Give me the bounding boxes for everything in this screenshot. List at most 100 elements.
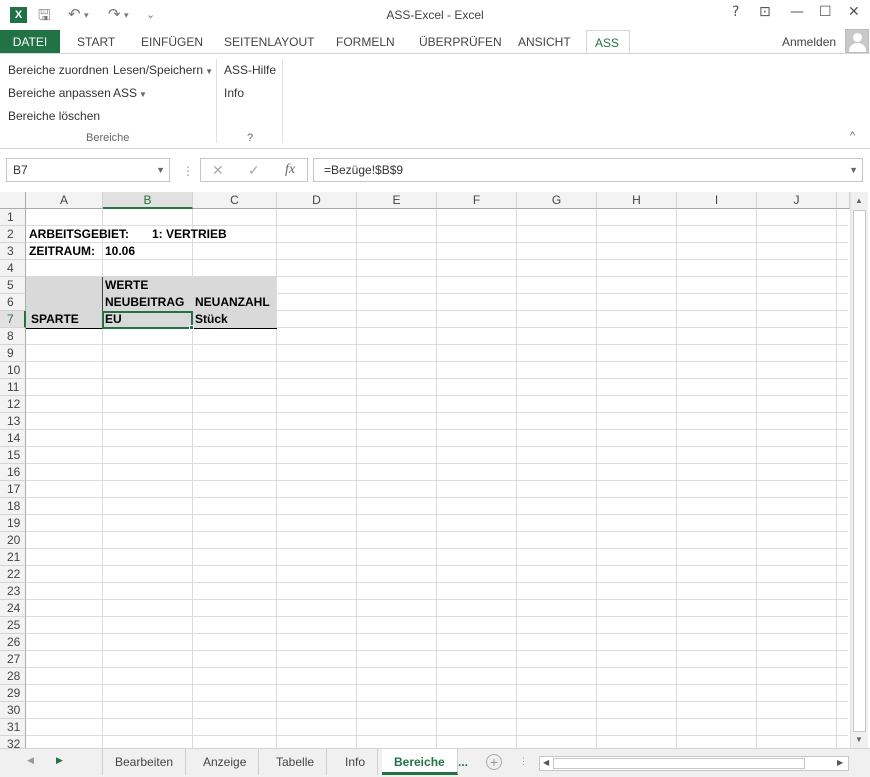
row-header-19[interactable]: 19 xyxy=(0,515,26,532)
sheet-tab-info[interactable]: Info xyxy=(333,749,379,775)
scroll-down-icon[interactable]: ▼ xyxy=(855,735,863,744)
tab-ass[interactable]: ASS xyxy=(586,30,630,54)
row-header-20[interactable]: 20 xyxy=(0,532,26,549)
cell-b2[interactable]: 1: VERTRIEB xyxy=(152,226,227,243)
name-box[interactable]: B7 ▼ xyxy=(6,158,170,182)
cell-a2[interactable]: ARBEITSGEBIET: xyxy=(29,226,129,243)
user-avatar[interactable] xyxy=(845,29,869,53)
collapse-ribbon-icon[interactable]: ^ xyxy=(850,130,855,142)
cell-b3[interactable]: 10.06 xyxy=(105,243,135,260)
row-header-4[interactable]: 4 xyxy=(0,260,26,277)
row-header-23[interactable]: 23 xyxy=(0,583,26,600)
sheet-tab-tabelle[interactable]: Tabelle xyxy=(264,749,328,775)
row-header-31[interactable]: 31 xyxy=(0,719,26,736)
column-header-e[interactable]: E xyxy=(357,192,437,209)
cell-c7[interactable]: Stück xyxy=(195,311,228,328)
row-header-11[interactable]: 11 xyxy=(0,379,26,396)
ass-dropdown[interactable]: ASS ▼ xyxy=(113,86,147,100)
lesen-speichern-dropdown[interactable]: Lesen/Speichern ▼ xyxy=(113,63,213,77)
resize-handle-icon[interactable]: ⋮ xyxy=(182,164,194,178)
row-header-30[interactable]: 30 xyxy=(0,702,26,719)
column-header-f[interactable]: F xyxy=(437,192,517,209)
row-header-24[interactable]: 24 xyxy=(0,600,26,617)
sheet-tab-anzeige[interactable]: Anzeige xyxy=(191,749,260,775)
expand-formula-bar-icon[interactable]: ▼ xyxy=(849,159,858,181)
column-header-c[interactable]: C xyxy=(193,192,277,209)
column-header-j[interactable]: J xyxy=(757,192,837,209)
horizontal-scrollbar[interactable]: ◀ ▶ xyxy=(539,756,849,771)
column-header-g[interactable]: G xyxy=(517,192,597,209)
row-header-17[interactable]: 17 xyxy=(0,481,26,498)
tab-ansicht[interactable]: ANSICHT xyxy=(510,30,579,54)
cell-b5[interactable]: WERTE xyxy=(105,277,148,294)
maximize-icon[interactable]: ☐ xyxy=(819,4,832,20)
bereiche-zuordnen-button[interactable]: Bereiche zuordnen xyxy=(8,63,109,77)
vertical-scrollbar[interactable]: ▲ ▼ xyxy=(850,192,868,748)
scroll-left-icon[interactable]: ◀ xyxy=(543,758,549,767)
fill-handle[interactable] xyxy=(189,325,194,330)
row-header-7[interactable]: 7 xyxy=(0,311,26,328)
chevron-down-icon[interactable]: ▼ xyxy=(156,159,165,181)
sheet-tab-bereiche[interactable]: Bereiche xyxy=(382,749,458,775)
column-header-d[interactable]: D xyxy=(277,192,357,209)
scroll-sheets-left-icon[interactable]: ◀ xyxy=(27,755,34,766)
horizontal-scroll-thumb[interactable] xyxy=(553,758,805,769)
row-header-22[interactable]: 22 xyxy=(0,566,26,583)
row-header-28[interactable]: 28 xyxy=(0,668,26,685)
more-sheets-button[interactable]: ... xyxy=(452,749,474,775)
insert-function-icon[interactable]: fx xyxy=(285,162,295,178)
bereiche-anpassen-button[interactable]: Bereiche anpassen xyxy=(8,86,111,100)
column-header-h[interactable]: H xyxy=(597,192,677,209)
row-header-2[interactable]: 2 xyxy=(0,226,26,243)
worksheet-grid[interactable]: A B C D E F G H I J 1 2 3 4 5 6 7 8 9 10 11 12 13 14 1… xyxy=(0,192,870,748)
row-header-3[interactable]: 3 xyxy=(0,243,26,260)
row-header-14[interactable]: 14 xyxy=(0,430,26,447)
row-header-10[interactable]: 10 xyxy=(0,362,26,379)
row-header-6[interactable]: 6 xyxy=(0,294,26,311)
split-handle-icon[interactable]: ⋮ xyxy=(519,756,528,767)
ribbon-display-options-icon[interactable]: ⊡ xyxy=(759,4,771,20)
help-icon[interactable]: ? xyxy=(732,4,739,20)
row-header-25[interactable]: 25 xyxy=(0,617,26,634)
close-icon[interactable]: ✕ xyxy=(848,4,860,20)
row-header-16[interactable]: 16 xyxy=(0,464,26,481)
row-header-13[interactable]: 13 xyxy=(0,413,26,430)
select-all-button[interactable] xyxy=(0,192,26,209)
cell-b6[interactable]: NEUBEITRAG xyxy=(105,294,184,311)
cell-c6[interactable]: NEUANZAHL xyxy=(195,294,270,311)
row-header-32[interactable]: 32 xyxy=(0,736,26,748)
column-header-i[interactable]: I xyxy=(677,192,757,209)
row-header-5[interactable]: 5 xyxy=(0,277,26,294)
cancel-icon[interactable]: ✕ xyxy=(212,162,224,179)
sheet-tab-bearbeiten[interactable]: Bearbeiten xyxy=(102,749,187,775)
column-header-a[interactable]: A xyxy=(26,192,103,209)
column-header-k[interactable] xyxy=(837,192,850,209)
enter-icon[interactable]: ✓ xyxy=(248,162,260,179)
signin-link[interactable]: Anmelden xyxy=(782,30,836,54)
row-header-27[interactable]: 27 xyxy=(0,651,26,668)
scroll-up-icon[interactable]: ▲ xyxy=(855,196,863,205)
row-header-18[interactable]: 18 xyxy=(0,498,26,515)
row-header-21[interactable]: 21 xyxy=(0,549,26,566)
tab-datei[interactable]: DATEI xyxy=(0,30,60,54)
row-header-15[interactable]: 15 xyxy=(0,447,26,464)
row-header-12[interactable]: 12 xyxy=(0,396,26,413)
formula-input[interactable]: =Bezüge!$B$9 ▼ xyxy=(313,158,863,182)
tab-einfuegen[interactable]: EINFÜGEN xyxy=(133,30,211,54)
cell-a3[interactable]: ZEITRAUM: xyxy=(29,243,95,260)
vertical-scroll-thumb[interactable] xyxy=(853,210,866,732)
row-header-29[interactable]: 29 xyxy=(0,685,26,702)
scroll-right-icon[interactable]: ▶ xyxy=(837,758,843,767)
scroll-sheets-right-icon[interactable]: ▶ xyxy=(56,755,63,766)
ass-hilfe-button[interactable]: ASS-Hilfe xyxy=(224,63,276,77)
row-header-9[interactable]: 9 xyxy=(0,345,26,362)
minimize-icon[interactable]: — xyxy=(790,4,804,20)
cell-a7[interactable]: SPARTE xyxy=(31,311,79,328)
column-header-b[interactable]: B xyxy=(103,192,193,209)
info-button[interactable]: Info xyxy=(224,86,244,100)
row-header-8[interactable]: 8 xyxy=(0,328,26,345)
bereiche-loeschen-button[interactable]: Bereiche löschen xyxy=(8,109,100,123)
add-sheet-icon[interactable]: + xyxy=(486,754,502,770)
tab-start[interactable]: START xyxy=(69,30,123,54)
tab-formeln[interactable]: FORMELN xyxy=(328,30,403,54)
